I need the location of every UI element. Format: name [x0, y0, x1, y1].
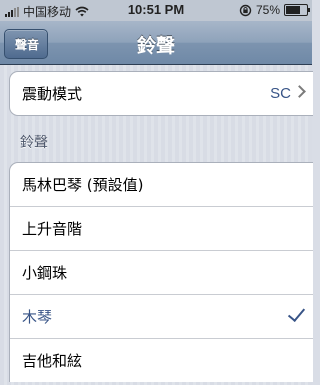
ringtone-list: 馬林巴琴 (預設值) 上升音階小鋼珠木琴吉他和絃	[9, 162, 313, 382]
vibration-row[interactable]: 震動模式 SC	[10, 72, 313, 115]
vibration-group: 震動模式 SC	[9, 71, 313, 116]
ringtone-label: 小鋼珠	[22, 264, 68, 282]
status-right: 75%	[239, 3, 310, 17]
ringtones-section-header: 鈴聲	[20, 135, 48, 151]
vibration-value: SC	[270, 85, 291, 102]
ringtone-item[interactable]: 小鋼珠	[10, 250, 313, 294]
ringtone-item[interactable]: 木琴	[10, 294, 313, 338]
battery-icon	[284, 4, 310, 16]
vibration-label: 震動模式	[22, 85, 83, 103]
rotation-lock-icon	[239, 4, 252, 16]
ringtone-item[interactable]: 馬林巴琴 (預設值)	[10, 163, 313, 206]
ringtone-label: 木琴	[22, 308, 53, 326]
battery-percent: 75%	[255, 3, 280, 17]
page-title: 鈴聲	[136, 35, 175, 57]
navigation-bar: 聲音 鈴聲	[0, 21, 312, 65]
ringtone-label: 馬林巴琴 (預設值)	[22, 176, 144, 194]
ringtone-item[interactable]: 吉他和絃	[10, 338, 313, 382]
chevron-right-icon	[293, 85, 306, 98]
ringtone-label: 吉他和絃	[22, 352, 83, 370]
ringtone-item[interactable]: 上升音階	[10, 206, 313, 250]
checkmark-icon	[287, 303, 306, 323]
ringtone-label: 上升音階	[22, 220, 83, 238]
status-bar: 中国移动 10:51 PM 75%	[0, 0, 312, 21]
